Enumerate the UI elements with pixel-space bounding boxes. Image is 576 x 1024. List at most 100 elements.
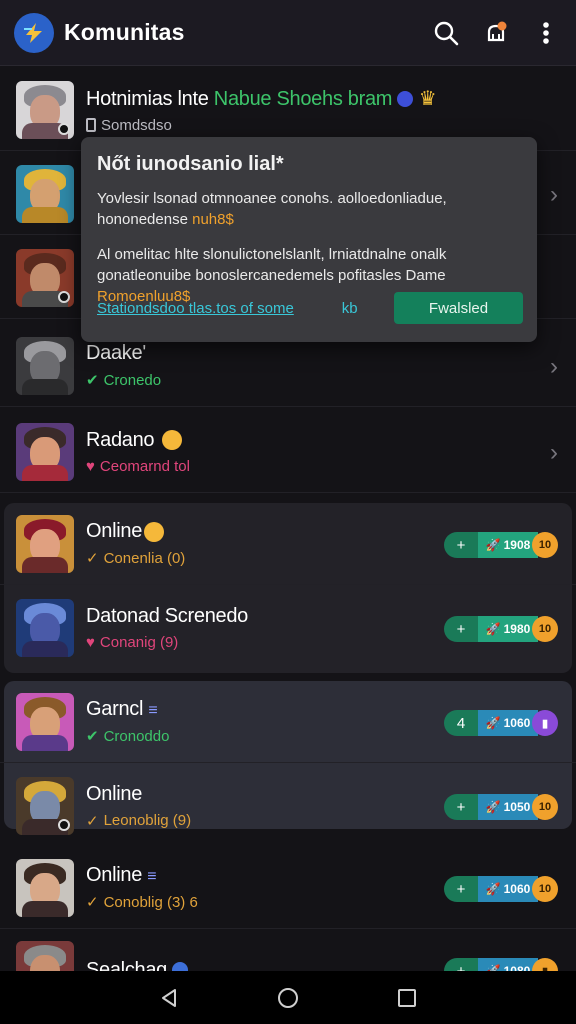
list-item[interactable]: Online ✓ Conenlia (0) + 🚀 1908 10 — [0, 503, 576, 585]
avatar — [16, 599, 74, 657]
app-bar: Komunitas — [0, 0, 576, 66]
list-item-name: Radano — [86, 429, 576, 452]
points-badge: 🚀 1908 — [478, 532, 538, 558]
chevron-right-icon: › — [550, 353, 558, 380]
search-button[interactable] — [430, 17, 462, 49]
coin-icon: 10 — [532, 794, 558, 820]
verified-icon: ≡ — [148, 702, 158, 719]
coin-icon: ▮ — [532, 958, 558, 971]
avatar — [16, 692, 74, 751]
app-title: Komunitas — [64, 19, 185, 45]
avatar — [16, 164, 74, 223]
header-actions — [430, 17, 562, 49]
rocket-icon: 🚀 — [485, 622, 501, 636]
verified-icon — [172, 962, 189, 971]
avatar — [16, 422, 74, 481]
add-button[interactable]: + — [444, 794, 478, 820]
phone-icon — [86, 118, 96, 132]
add-button[interactable]: + — [444, 876, 478, 902]
notification-icon — [487, 21, 507, 41]
list-item[interactable]: Online ✓ Leonoblig (9) + 🚀 1050 10 — [0, 765, 576, 847]
emoji-icon — [161, 430, 182, 451]
list-item-status: Somdsdso — [86, 117, 576, 134]
reward-pill[interactable]: 4 🚀 1060 ▮ — [444, 710, 558, 736]
dialog-secondary-button[interactable]: kb — [342, 300, 358, 317]
chevron-right-icon: › — [550, 439, 558, 466]
dialog-actions: Stationdsdoo tlas.tos of some kb Fwalsle… — [97, 292, 523, 324]
heart-icon: ♥ — [86, 457, 95, 475]
app-screen: Komunitas Hotnimias lnte Nabue Shoehs br… — [0, 0, 576, 1024]
recents-button[interactable] — [392, 983, 422, 1013]
more-icon — [543, 21, 549, 44]
add-button[interactable]: + — [444, 958, 478, 971]
reward-pill[interactable]: + 🚀 1050 10 — [444, 794, 558, 820]
emoji-icon — [144, 521, 165, 542]
dialog-link[interactable]: Stationdsdoo tlas.tos of some — [97, 300, 294, 317]
points-badge: 🚀 1080 — [478, 958, 538, 971]
rocket-icon: 🚀 — [485, 538, 501, 552]
points-badge: 🚀 1980 — [478, 616, 538, 642]
rocket-icon: 🚀 — [485, 716, 501, 730]
lightning-icon — [24, 22, 42, 43]
rocket-icon: 🚀 — [485, 964, 501, 971]
add-button[interactable]: + — [444, 616, 478, 642]
recents-icon — [397, 988, 416, 1007]
check-icon: ✓ — [86, 894, 99, 911]
reward-pill[interactable]: + 🚀1080 ▮ — [444, 958, 558, 971]
back-icon — [162, 988, 177, 1007]
avatar — [16, 777, 74, 835]
list-item-name: Hotnimias lnte Nabue Shoehs bram ♛ — [86, 87, 437, 110]
list-item-name: Daake' — [86, 342, 146, 364]
avatar — [16, 941, 74, 971]
add-button[interactable]: 4 — [444, 710, 478, 736]
list-item-status: ♥ Ceomarnd tol — [86, 457, 190, 475]
coin-icon: 10 — [532, 876, 558, 902]
chevron-right-icon: › — [550, 181, 558, 208]
notifications-button[interactable] — [480, 17, 512, 49]
avatar — [16, 514, 74, 573]
more-button[interactable] — [530, 17, 562, 49]
list-item-name-accent: Nabue Shoehs bram — [213, 87, 393, 110]
check-icon: ✓ — [86, 812, 99, 830]
system-nav-bar — [0, 971, 576, 1024]
back-button[interactable] — [154, 983, 184, 1013]
verified-icon — [397, 91, 414, 108]
avatar — [16, 80, 74, 139]
dialog-title: Nőt iunodsanio lial* — [97, 153, 284, 175]
points-badge: 🚀 1060 — [478, 876, 538, 902]
crown-icon: ♛ — [418, 87, 437, 110]
avatar — [16, 248, 74, 307]
check-icon: ✔ — [86, 372, 99, 389]
verified-icon: ≡ — [147, 868, 157, 885]
reward-pill[interactable]: + 🚀 1980 10 — [444, 616, 558, 642]
dialog-paragraph: Yovlesir lsonad otmnoanee conohs. aolloe… — [97, 190, 447, 228]
home-button[interactable] — [273, 983, 303, 1013]
dialog-primary-button[interactable]: Fwalsled — [394, 292, 523, 324]
list-item[interactable]: Online ≡ ✓ Conoblig (3) 6 + 🚀 1060 10 — [0, 847, 576, 929]
coin-icon: 10 — [532, 532, 558, 558]
app-logo — [14, 12, 54, 53]
avatar — [16, 858, 74, 917]
list-item[interactable]: Datonad Screnedo ♥ Conanig (9) + 🚀 1980 1… — [0, 587, 576, 669]
avatar — [16, 336, 74, 395]
home-icon — [277, 987, 298, 1008]
list-item[interactable]: Radano ♥ Ceomarnd tol › — [0, 411, 576, 493]
coin-icon: ▮ — [532, 710, 558, 736]
heart-icon: ♥ — [86, 634, 95, 651]
check-icon: ✔ — [86, 728, 99, 745]
coin-icon: 10 — [532, 616, 558, 642]
rocket-icon: 🚀 — [485, 800, 501, 814]
reward-pill[interactable]: + 🚀 1908 10 — [444, 532, 558, 558]
points-badge: 🚀 1060 — [478, 710, 538, 736]
add-button[interactable]: + — [444, 532, 478, 558]
dialog: Nőt iunodsanio lial* Yovlesir lsonad otm… — [81, 137, 537, 342]
points-badge: 🚀 1050 — [478, 794, 538, 820]
check-icon: ✓ — [86, 550, 99, 567]
list-item[interactable]: Garncl ≡ ✔ Cronoddo 4 🚀 1060 ▮ — [0, 681, 576, 763]
rocket-icon: 🚀 — [485, 882, 501, 896]
dialog-highlight: nuh8$ — [192, 211, 234, 228]
search-icon — [434, 21, 459, 45]
reward-pill[interactable]: + 🚀 1060 10 — [444, 876, 558, 902]
list-item[interactable]: Sealchag + 🚀1080 ▮ — [0, 929, 576, 971]
list-item-status: ✔ Cronedo — [86, 371, 162, 390]
